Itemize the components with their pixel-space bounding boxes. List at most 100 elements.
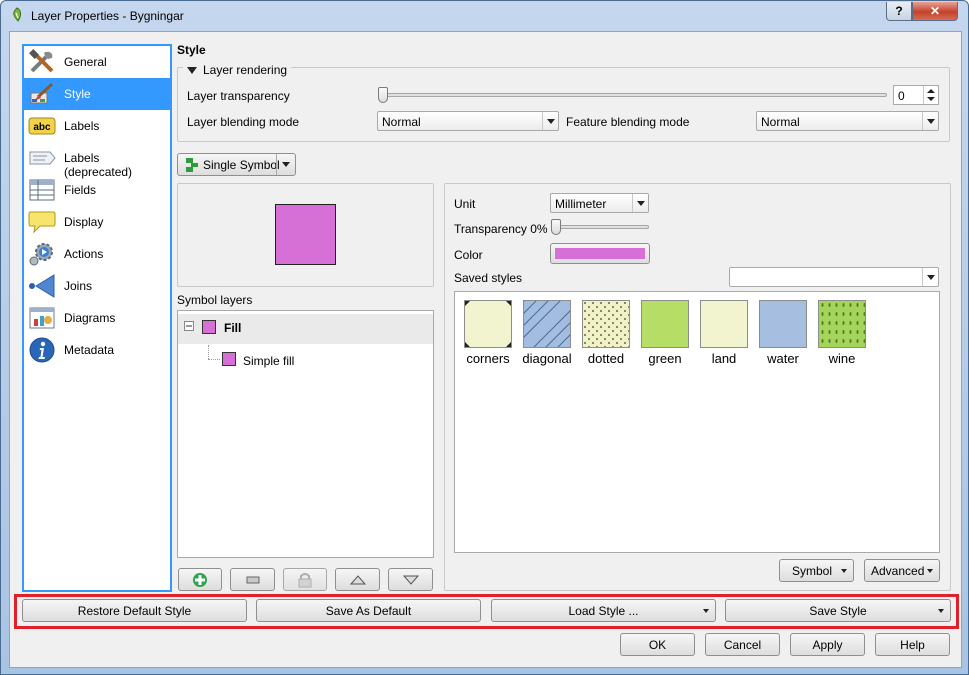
sidebar: General Style abc Labels Labels (depreca… xyxy=(22,44,172,592)
spin-arrows[interactable] xyxy=(923,86,938,104)
save-style-button[interactable]: Save Style xyxy=(725,599,951,622)
transparency-slider[interactable] xyxy=(552,225,649,229)
chevron-down-icon xyxy=(938,609,944,613)
collapse-icon[interactable] xyxy=(184,321,194,331)
tree-line xyxy=(208,345,209,359)
lock-icon xyxy=(298,572,312,587)
style-label: land xyxy=(711,351,737,366)
renderer-type-button[interactable]: Single Symbol xyxy=(177,153,296,176)
sidebar-item-display[interactable]: Display xyxy=(24,206,170,238)
style-swatch-green[interactable] xyxy=(641,300,689,348)
chevron-down-icon xyxy=(542,112,558,130)
layer-rendering-toggle[interactable]: Layer rendering xyxy=(183,63,292,77)
speech-bubble-icon xyxy=(28,211,56,234)
ok-button[interactable]: OK xyxy=(620,633,695,656)
layer-rendering-label: Layer rendering xyxy=(203,63,288,77)
ok-label: OK xyxy=(648,637,667,652)
load-style-button[interactable]: Load Style ... xyxy=(491,599,716,622)
style-label: green xyxy=(648,351,682,366)
diagonal-hatch-icon xyxy=(524,301,570,347)
sidebar-item-label: Fields xyxy=(64,183,97,197)
remove-layer-button[interactable] xyxy=(230,568,275,591)
sidebar-item-diagrams[interactable]: Diagrams xyxy=(24,302,170,334)
feature-blending-value: Normal xyxy=(761,115,800,129)
color-button[interactable] xyxy=(550,243,650,264)
symbol-preview-panel xyxy=(177,183,434,287)
title-bar[interactable]: Layer Properties - Bygningar ? ✕ xyxy=(1,1,968,31)
cancel-label: Cancel xyxy=(723,637,762,652)
cancel-button[interactable]: Cancel xyxy=(705,633,780,656)
add-layer-button[interactable] xyxy=(178,568,222,591)
unit-value: Millimeter xyxy=(555,197,607,211)
svg-text:abc: abc xyxy=(33,122,51,133)
feature-blending-combo[interactable]: Normal xyxy=(756,111,939,131)
chevron-down-icon xyxy=(922,112,938,130)
apply-button[interactable]: Apply xyxy=(790,633,865,656)
help-title-button[interactable]: ? xyxy=(886,2,912,21)
symbol-preview xyxy=(275,204,336,265)
style-label: diagonal xyxy=(522,351,572,366)
advanced-menu-button[interactable]: Advanced xyxy=(864,559,940,582)
vine-pattern-icon xyxy=(819,301,865,347)
load-style-label: Load Style ... xyxy=(568,603,639,618)
restore-default-style-button[interactable]: Restore Default Style xyxy=(22,599,247,622)
saved-styles-combo[interactable] xyxy=(729,267,939,287)
tree-row-fill[interactable] xyxy=(178,314,433,344)
fill-swatch xyxy=(202,320,216,334)
apply-label: Apply xyxy=(812,637,843,652)
sidebar-item-labels[interactable]: abc Labels xyxy=(24,110,170,142)
style-swatch-wine[interactable] xyxy=(818,300,866,348)
transparency-slider-handle[interactable] xyxy=(551,219,561,235)
info-icon xyxy=(29,337,55,363)
style-swatch-dotted[interactable] xyxy=(582,300,630,348)
collapse-triangle-icon xyxy=(187,66,197,74)
qgis-logo-icon xyxy=(13,7,21,22)
lock-layer-button[interactable] xyxy=(283,568,327,591)
sidebar-item-labels-deprecated[interactable]: Labels (deprecated) xyxy=(24,142,170,179)
sidebar-item-general[interactable]: General xyxy=(24,46,170,78)
sidebar-item-label: Actions xyxy=(64,247,104,261)
layer-transparency-slider[interactable] xyxy=(379,93,887,97)
save-as-default-button[interactable]: Save As Default xyxy=(256,599,481,622)
window-title: Layer Properties - Bygningar xyxy=(31,9,184,23)
renderer-type-label: Single Symbol xyxy=(203,157,280,172)
chevron-down-icon xyxy=(922,268,938,286)
style-label: water xyxy=(767,351,799,366)
layer-transparency-spinbox[interactable]: 0 xyxy=(893,85,939,105)
saved-styles-list: corners diagonal dotted green land water xyxy=(454,291,940,553)
sidebar-item-style[interactable]: Style xyxy=(24,78,170,110)
style-swatch-water[interactable] xyxy=(759,300,807,348)
sidebar-item-metadata[interactable]: Metadata xyxy=(24,334,170,366)
sidebar-item-actions[interactable]: Actions xyxy=(24,238,170,270)
save-style-label: Save Style xyxy=(809,603,867,618)
style-swatch-corners[interactable] xyxy=(464,300,512,348)
unit-combo[interactable]: Millimeter xyxy=(550,193,649,213)
transparency-label: Transparency 0% xyxy=(454,222,548,236)
style-swatch-diagonal[interactable] xyxy=(523,300,571,348)
simple-fill-swatch xyxy=(222,352,236,366)
sidebar-item-label: Display xyxy=(64,215,104,229)
sidebar-item-label: Labels xyxy=(64,119,100,133)
help-glyph: ? xyxy=(895,4,903,18)
layer-blending-combo[interactable]: Normal xyxy=(377,111,559,131)
dialog-body: General Style abc Labels Labels (depreca… xyxy=(9,31,962,668)
close-window-button[interactable]: ✕ xyxy=(912,2,958,21)
symbol-layers-tree[interactable]: Fill Simple fill xyxy=(177,310,434,558)
help-button[interactable]: Help xyxy=(875,633,950,656)
sidebar-item-joins[interactable]: Joins xyxy=(24,270,170,302)
sidebar-item-fields[interactable]: Fields xyxy=(24,174,170,206)
restore-default-style-label: Restore Default Style xyxy=(77,603,192,618)
sidebar-item-label: Diagrams xyxy=(64,311,116,325)
move-down-button[interactable] xyxy=(388,568,433,591)
style-swatch-land[interactable] xyxy=(700,300,748,348)
dotted-pattern-icon xyxy=(583,301,629,347)
symbol-menu-button[interactable]: Symbol xyxy=(779,559,854,582)
save-as-default-label: Save As Default xyxy=(325,603,412,618)
layer-transparency-slider-handle[interactable] xyxy=(378,87,388,103)
move-up-button[interactable] xyxy=(335,568,380,591)
layer-transparency-value: 0 xyxy=(898,89,905,103)
paintbrush-icon xyxy=(30,82,54,104)
tree-child-label[interactable]: Simple fill xyxy=(243,354,294,368)
style-label: wine xyxy=(828,351,856,366)
close-icon: ✕ xyxy=(929,4,941,18)
